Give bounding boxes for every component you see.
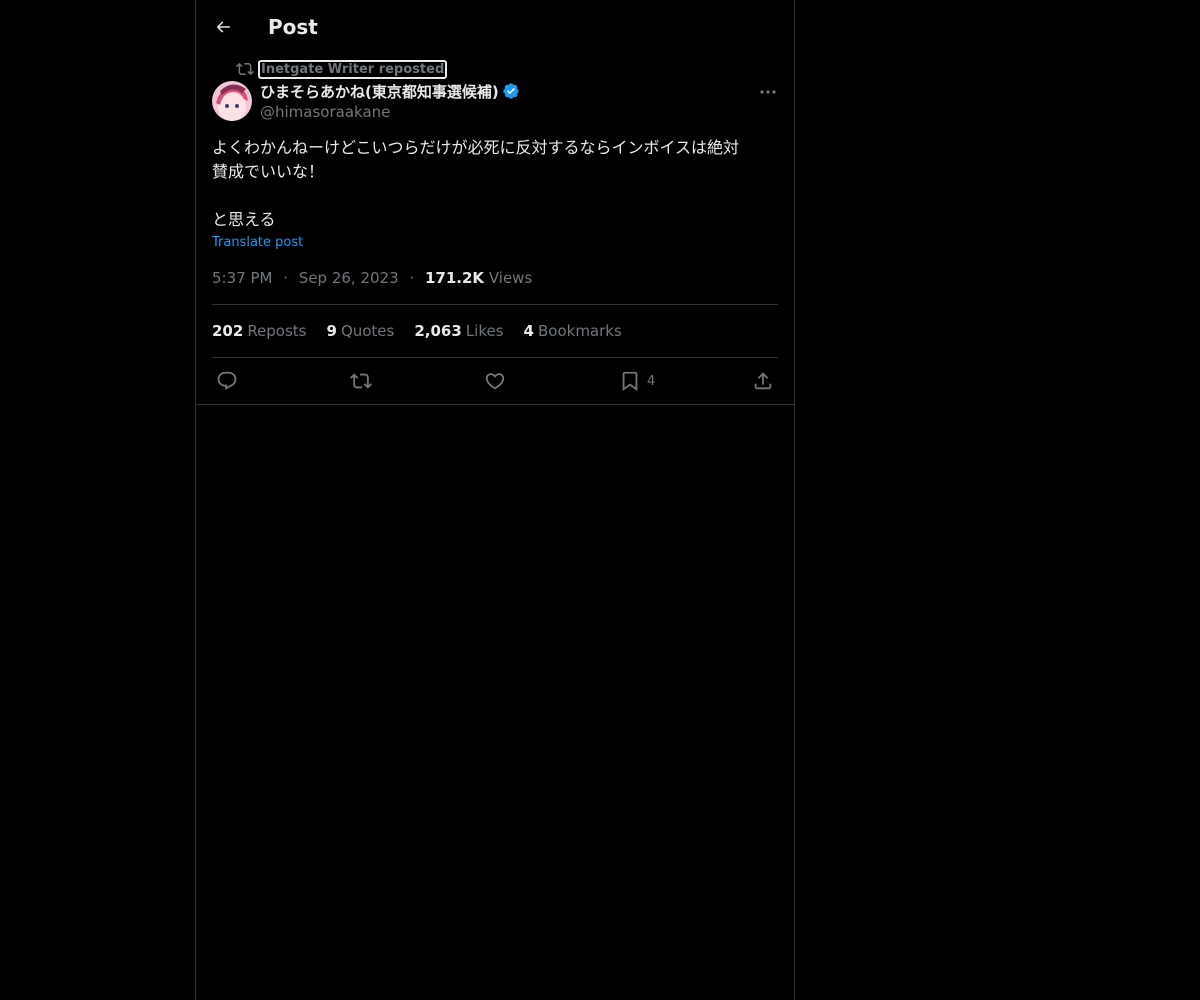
post-time[interactable]: 5:37 PM	[212, 269, 272, 287]
views-label: Views	[488, 269, 533, 287]
author-display-name[interactable]: ひまそらあかね(東京都知事選候補)	[260, 81, 499, 102]
like-button[interactable]	[484, 369, 506, 393]
page-header: Post	[196, 0, 794, 53]
share-button[interactable]	[752, 369, 774, 393]
post-stats: 202 Reposts 9 Quotes 2,063 Likes 4 Bookmarks	[212, 321, 642, 341]
bookmarks-stat[interactable]: 4 Bookmarks	[524, 321, 622, 341]
post-body: よくわかんねーけどこいつらだけが必死に反対するならインボイスは絶対 賛成でいいな…	[212, 136, 778, 232]
bookmarks-count: 4	[523, 322, 534, 340]
quotes-count: 9	[326, 322, 337, 340]
bookmark-count: 4	[647, 373, 656, 389]
divider	[196, 404, 794, 405]
post-actions-bar: 4	[196, 358, 794, 404]
reposts-label: Reposts	[247, 322, 307, 340]
repost-context: Inetgate Writer reposted	[236, 59, 448, 79]
post-metadata: 5:37 PM · Sep 26, 2023 · 171.2K Views	[212, 268, 532, 288]
avatar-image	[212, 81, 252, 121]
heart-icon	[485, 373, 505, 390]
likes-stat[interactable]: 2,063 Likes	[414, 321, 503, 341]
quotes-label: Quotes	[340, 322, 395, 340]
bookmark-icon	[622, 371, 638, 392]
post-text-line: と思える	[212, 210, 276, 229]
post-date[interactable]: Sep 26, 2023	[299, 269, 399, 287]
repost-icon	[236, 62, 254, 76]
divider	[212, 304, 778, 305]
avatar[interactable]	[212, 81, 252, 121]
reposts-stat[interactable]: 202 Reposts	[212, 321, 307, 341]
author-name-row: ひまそらあかね(東京都知事選候補)	[260, 80, 520, 102]
verified-badge-icon	[503, 83, 519, 99]
reposted-by-link[interactable]: Inetgate Writer reposted	[258, 59, 448, 79]
meta-separator: ·	[409, 269, 415, 287]
more-options-button[interactable]	[756, 82, 780, 102]
arrow-left-icon	[216, 21, 230, 33]
repost-icon	[350, 373, 372, 389]
bookmarks-label: Bookmarks	[537, 322, 622, 340]
bookmark-button[interactable]: 4	[619, 369, 655, 393]
likes-count: 2,063	[414, 322, 462, 340]
views-count: 171.2K	[424, 269, 485, 287]
reply-icon	[217, 371, 237, 390]
meta-separator: ·	[283, 269, 289, 287]
quotes-stat[interactable]: 9 Quotes	[327, 321, 395, 341]
more-dots-icon	[760, 90, 776, 94]
page-title: Post	[268, 15, 318, 39]
reply-button[interactable]	[216, 369, 238, 393]
post-text-line: 賛成でいいな！	[212, 162, 325, 181]
share-icon	[754, 372, 772, 390]
post-text-line: よくわかんねーけどこいつらだけが必死に反対するならインボイスは絶対	[212, 138, 740, 157]
reposts-count: 202	[212, 322, 244, 340]
translate-post-link[interactable]: Translate post	[212, 234, 303, 252]
likes-label: Likes	[465, 322, 504, 340]
repost-button[interactable]	[350, 369, 372, 393]
author-handle[interactable]: @himasoraakane	[260, 102, 390, 122]
back-button[interactable]	[210, 12, 236, 42]
main-column: Post Inetgate Writer reposted ひまそらあかね(東京…	[195, 0, 795, 1000]
